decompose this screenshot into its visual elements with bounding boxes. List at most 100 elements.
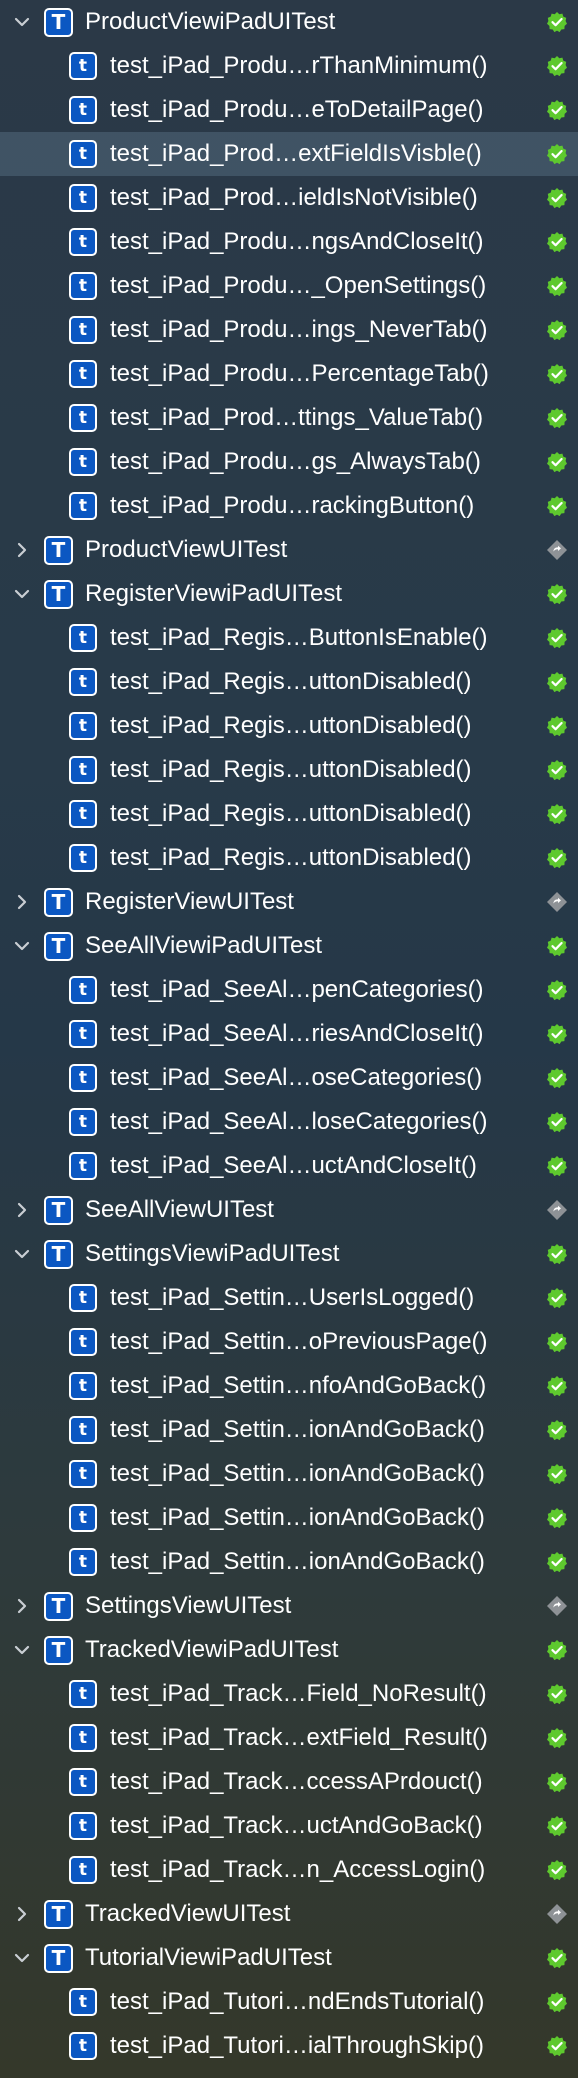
test-passed-icon[interactable] [546, 1859, 568, 1881]
chevron-down-icon[interactable] [0, 1936, 44, 1980]
test-passed-icon[interactable] [546, 1331, 568, 1353]
test-row[interactable]: t test_iPad_Regis…uttonDisabled() [0, 748, 578, 792]
test-passed-icon[interactable] [546, 187, 568, 209]
suite-row[interactable]: T RegisterViewiPadUITest [0, 572, 578, 616]
test-passed-icon[interactable] [546, 1551, 568, 1573]
test-row[interactable]: t test_iPad_Tutori…ndEndsTutorial() [0, 1980, 578, 2024]
suite-row[interactable]: T TutorialViewiPadUITest [0, 1936, 578, 1980]
test-row[interactable]: t test_iPad_Track…Field_NoResult() [0, 1672, 578, 1716]
test-row[interactable]: t test_iPad_SeeAl…loseCategories() [0, 1100, 578, 1144]
test-passed-icon[interactable] [546, 759, 568, 781]
chevron-down-icon[interactable] [0, 572, 44, 616]
test-passed-icon[interactable] [546, 583, 568, 605]
test-row[interactable]: t test_iPad_Tutori…ialThroughSkip() [0, 2024, 578, 2068]
suite-row[interactable]: T TrackedViewiPadUITest [0, 1628, 578, 1672]
test-passed-icon[interactable] [546, 495, 568, 517]
test-row[interactable]: t test_iPad_Regis…uttonDisabled() [0, 836, 578, 880]
test-passed-icon[interactable] [546, 99, 568, 121]
test-row[interactable]: t test_iPad_SeeAl…uctAndCloseIt() [0, 1144, 578, 1188]
test-row[interactable]: t test_iPad_Regis…uttonDisabled() [0, 704, 578, 748]
test-row[interactable]: t test_iPad_Produ…rackingButton() [0, 484, 578, 528]
test-row[interactable]: t test_iPad_Settin…ionAndGoBack() [0, 1408, 578, 1452]
test-passed-icon[interactable] [546, 407, 568, 429]
suite-row[interactable]: T SeeAllViewiPadUITest [0, 924, 578, 968]
test-row[interactable]: t test_iPad_Track…extField_Result() [0, 1716, 578, 1760]
chevron-right-icon[interactable] [0, 880, 44, 924]
test-row[interactable]: t test_iPad_Produ…gs_AlwaysTab() [0, 440, 578, 484]
test-row[interactable]: t test_iPad_SeeAl…riesAndCloseIt() [0, 1012, 578, 1056]
test-passed-icon[interactable] [546, 847, 568, 869]
test-passed-icon[interactable] [546, 55, 568, 77]
test-passed-icon[interactable] [546, 319, 568, 341]
test-passed-icon[interactable] [546, 11, 568, 33]
chevron-right-icon[interactable] [0, 1584, 44, 1628]
test-row[interactable]: t test_iPad_SeeAl…penCategories() [0, 968, 578, 1012]
test-row[interactable]: t test_iPad_Produ…ings_NeverTab() [0, 308, 578, 352]
test-passed-icon[interactable] [546, 1683, 568, 1705]
test-passed-icon[interactable] [546, 627, 568, 649]
test-row[interactable]: t test_iPad_Produ…eToDetailPage() [0, 88, 578, 132]
chevron-down-icon[interactable] [0, 1628, 44, 1672]
test-row[interactable]: t test_iPad_Produ…rThanMinimum() [0, 44, 578, 88]
test-row[interactable]: t test_iPad_Prod…ttings_ValueTab() [0, 396, 578, 440]
test-row[interactable]: t test_iPad_Produ…ngsAndCloseIt() [0, 220, 578, 264]
suite-row[interactable]: T SettingsViewUITest [0, 1584, 578, 1628]
test-passed-icon[interactable] [546, 143, 568, 165]
test-passed-icon[interactable] [546, 979, 568, 1001]
test-row[interactable]: t test_iPad_Settin…ionAndGoBack() [0, 1452, 578, 1496]
test-row[interactable]: t test_iPad_SeeAl…oseCategories() [0, 1056, 578, 1100]
test-row[interactable]: t test_iPad_Settin…ionAndGoBack() [0, 1496, 578, 1540]
test-passed-icon[interactable] [546, 1155, 568, 1177]
test-passed-icon[interactable] [546, 1111, 568, 1133]
test-passed-icon[interactable] [546, 1639, 568, 1661]
chevron-right-icon[interactable] [0, 528, 44, 572]
test-passed-icon[interactable] [546, 935, 568, 957]
test-row[interactable]: t test_iPad_Prod…ieldIsNotVisible() [0, 176, 578, 220]
test-skipped-icon[interactable] [546, 1595, 568, 1617]
test-passed-icon[interactable] [546, 231, 568, 253]
suite-row[interactable]: T RegisterViewUITest [0, 880, 578, 924]
test-passed-icon[interactable] [546, 715, 568, 737]
test-skipped-icon[interactable] [546, 1199, 568, 1221]
test-skipped-icon[interactable] [546, 1903, 568, 1925]
test-row[interactable]: t test_iPad_Track…ccessAPrdouct() [0, 1760, 578, 1804]
chevron-down-icon[interactable] [0, 924, 44, 968]
suite-row[interactable]: T SettingsViewiPadUITest [0, 1232, 578, 1276]
test-passed-icon[interactable] [546, 1375, 568, 1397]
test-skipped-icon[interactable] [546, 539, 568, 561]
test-passed-icon[interactable] [546, 1023, 568, 1045]
test-passed-icon[interactable] [546, 1419, 568, 1441]
test-passed-icon[interactable] [546, 1507, 568, 1529]
test-passed-icon[interactable] [546, 1991, 568, 2013]
test-row[interactable]: t test_iPad_Track…uctAndGoBack() [0, 1804, 578, 1848]
test-row[interactable]: t test_iPad_Regis…uttonDisabled() [0, 792, 578, 836]
suite-row[interactable]: T ProductViewiPadUITest [0, 0, 578, 44]
test-passed-icon[interactable] [546, 1771, 568, 1793]
test-passed-icon[interactable] [546, 1243, 568, 1265]
chevron-down-icon[interactable] [0, 1232, 44, 1276]
test-row[interactable]: t test_iPad_Settin…oPreviousPage() [0, 1320, 578, 1364]
test-row[interactable]: t test_iPad_Settin…UserIsLogged() [0, 1276, 578, 1320]
test-passed-icon[interactable] [546, 2035, 568, 2057]
chevron-right-icon[interactable] [0, 1892, 44, 1936]
test-row[interactable]: t test_iPad_Produ…_OpenSettings() [0, 264, 578, 308]
test-row[interactable]: t test_iPad_Track…n_AccessLogin() [0, 1848, 578, 1892]
suite-row[interactable]: T ProductViewUITest [0, 528, 578, 572]
test-passed-icon[interactable] [546, 1067, 568, 1089]
test-passed-icon[interactable] [546, 1947, 568, 1969]
chevron-right-icon[interactable] [0, 1188, 44, 1232]
test-passed-icon[interactable] [546, 1463, 568, 1485]
test-row[interactable]: t test_iPad_Regis…ButtonIsEnable() [0, 616, 578, 660]
test-row[interactable]: t test_iPad_Prod…extFieldIsVisble() [0, 132, 578, 176]
chevron-down-icon[interactable] [0, 0, 44, 44]
test-passed-icon[interactable] [546, 275, 568, 297]
test-passed-icon[interactable] [546, 363, 568, 385]
test-passed-icon[interactable] [546, 1815, 568, 1837]
test-passed-icon[interactable] [546, 451, 568, 473]
test-passed-icon[interactable] [546, 671, 568, 693]
test-row[interactable]: t test_iPad_Regis…uttonDisabled() [0, 660, 578, 704]
suite-row[interactable]: T SeeAllViewUITest [0, 1188, 578, 1232]
test-passed-icon[interactable] [546, 803, 568, 825]
suite-row[interactable]: T TrackedViewUITest [0, 1892, 578, 1936]
test-passed-icon[interactable] [546, 1727, 568, 1749]
